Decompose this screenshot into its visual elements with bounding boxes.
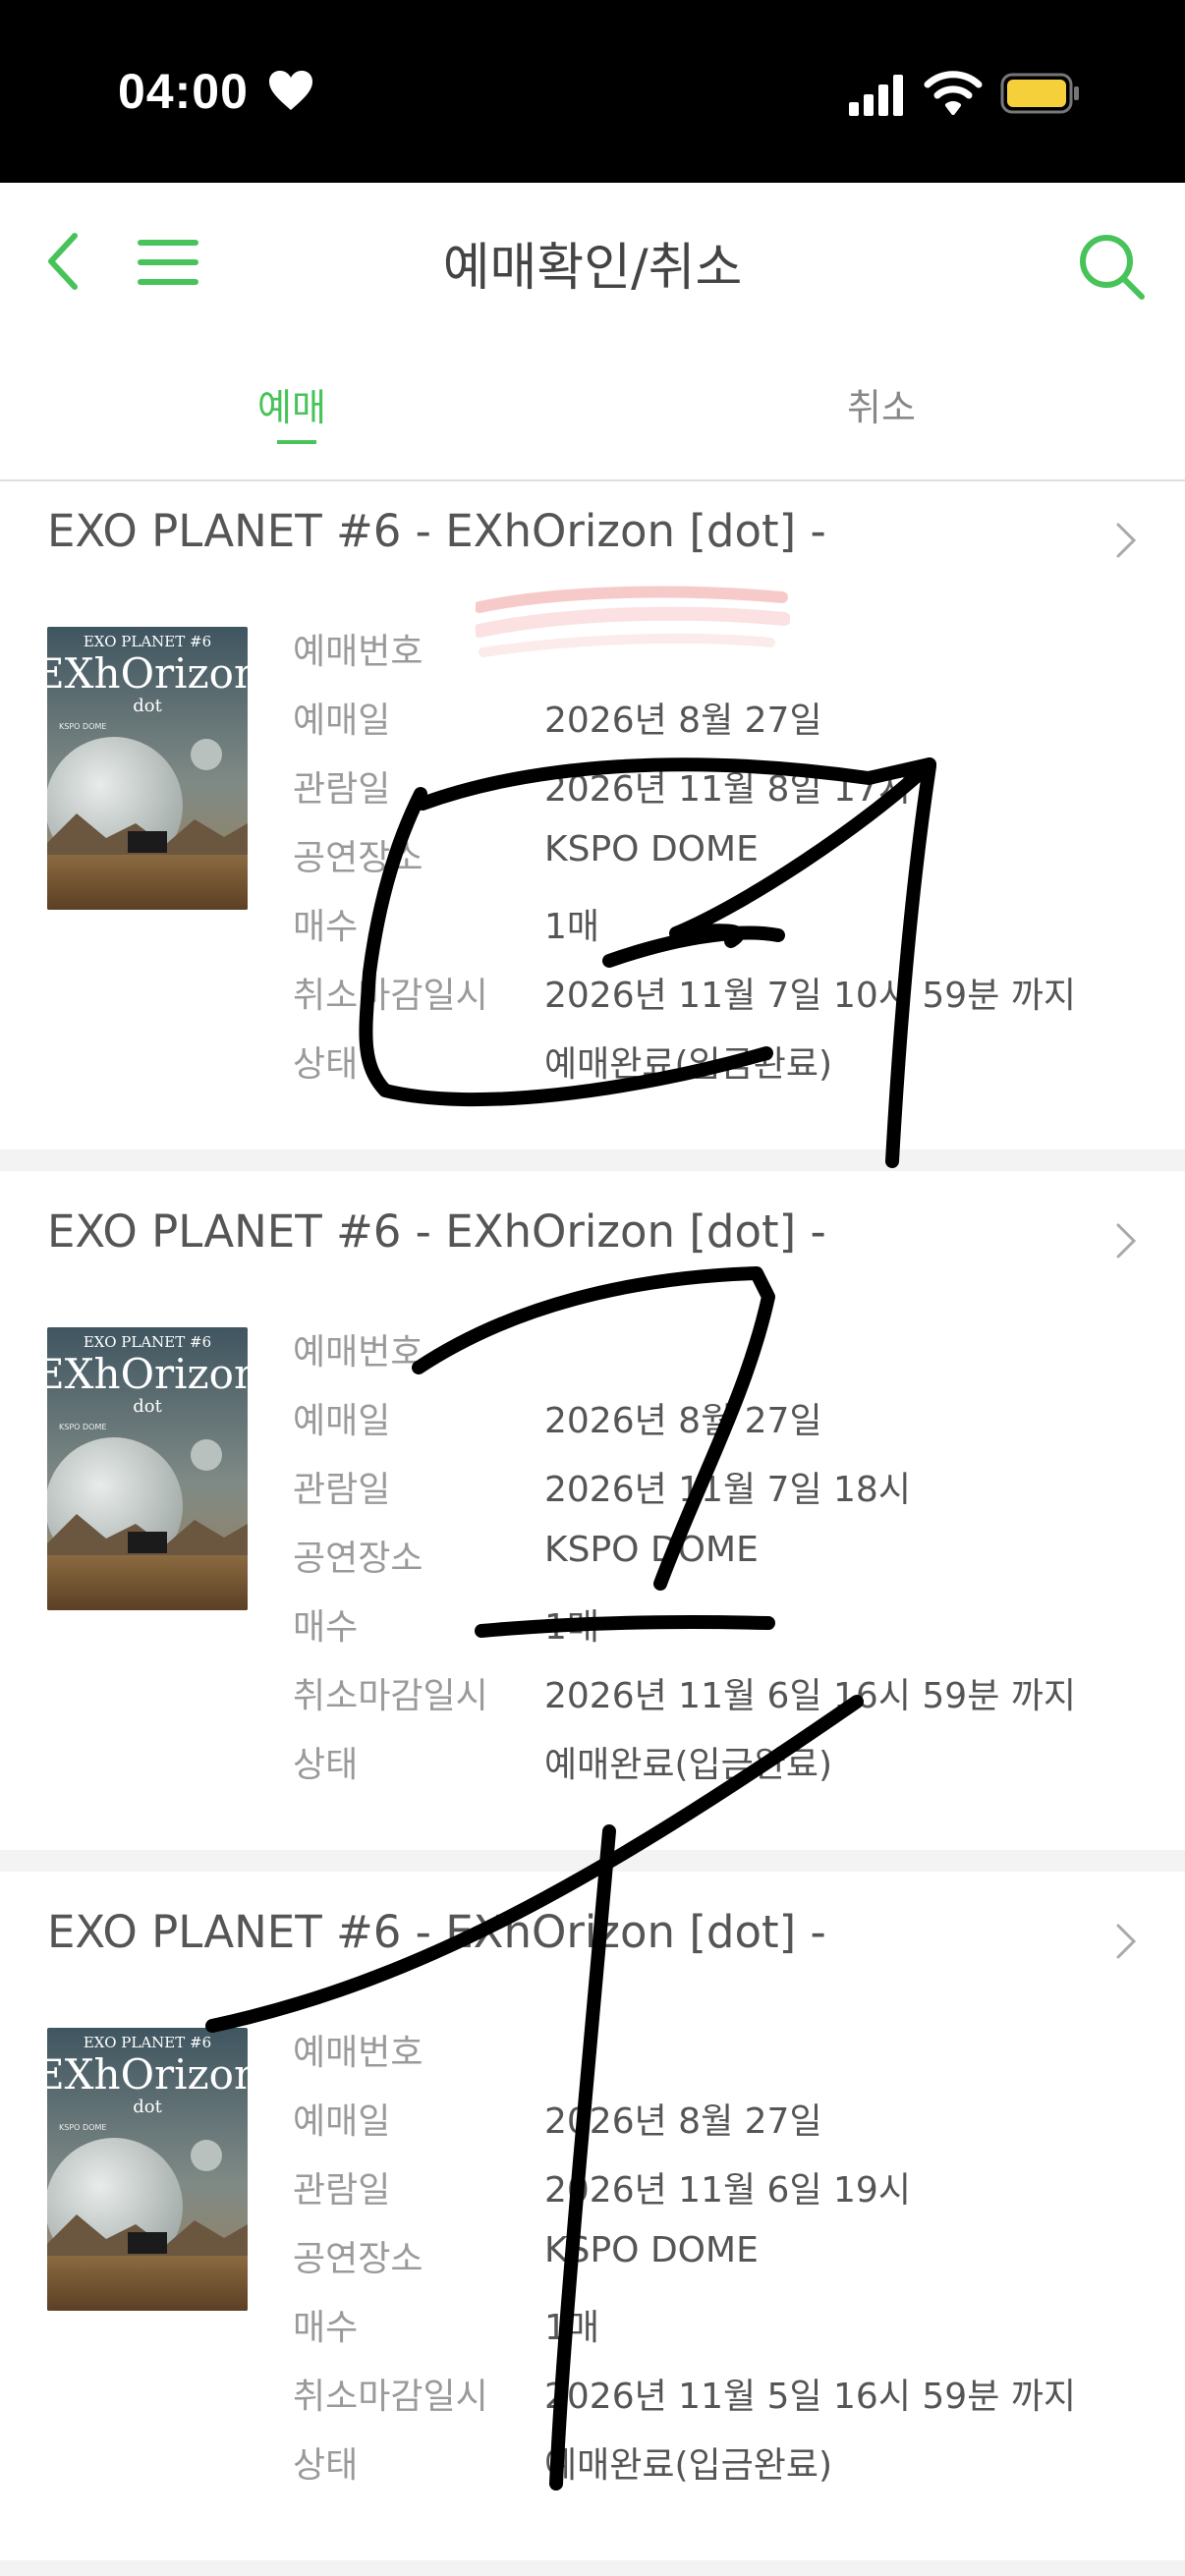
poster-image: EXO PLANET #6 EXhOrizon dot KSPO DOME bbox=[47, 1327, 248, 1610]
cancel-deadline-label: 취소마감일시 bbox=[293, 976, 488, 1016]
chevron-right-icon[interactable] bbox=[1114, 1922, 1138, 1961]
poster-image: EXO PLANET #6 EXhOrizon dot KSPO DOME bbox=[47, 2028, 248, 2311]
poster-venue: KSPO DOME bbox=[59, 2123, 106, 2132]
poster-logo: EXhOrizon bbox=[47, 649, 248, 698]
booking-date-value: 2026년 8월 27일 bbox=[544, 700, 822, 741]
poster-venue: KSPO DOME bbox=[59, 1423, 106, 1431]
performance-title[interactable]: EXO PLANET #6 - EXhOrizon [dot] - bbox=[47, 1205, 826, 1258]
cancel-deadline-value: 2026년 11월 6일 16시 59분 까지 bbox=[544, 1676, 1077, 1716]
performance-title[interactable]: EXO PLANET #6 - EXhOrizon [dot] - bbox=[47, 1906, 826, 1958]
tab-cancel[interactable]: 취소 bbox=[847, 377, 916, 431]
poster-logo: EXhOrizon bbox=[47, 1350, 248, 1398]
status-bar: 04:00 bbox=[0, 0, 1185, 183]
view-date-value: 2026년 11월 7일 18시 bbox=[544, 1470, 911, 1510]
clock: 04:00 bbox=[118, 64, 249, 119]
venue-label: 공연장소 bbox=[293, 1539, 423, 1579]
wifi-icon bbox=[924, 71, 983, 115]
count-label: 매수 bbox=[293, 907, 359, 947]
redaction-mark bbox=[476, 586, 790, 657]
view-date-label: 관람일 bbox=[293, 769, 391, 810]
booking-no-label: 예매번호 bbox=[293, 2033, 423, 2073]
booking-no-label: 예매번호 bbox=[293, 1332, 423, 1372]
active-tab-indicator bbox=[277, 440, 316, 444]
status-label: 상태 bbox=[293, 1044, 359, 1085]
chevron-right-icon[interactable] bbox=[1114, 1221, 1138, 1260]
poster-logo: EXhOrizon bbox=[47, 2050, 248, 2099]
poster-sub: dot bbox=[133, 2097, 162, 2117]
cancel-deadline-label: 취소마감일시 bbox=[293, 2377, 488, 2417]
poster-image: EXO PLANET #6 EXhOrizon dot KSPO DOME bbox=[47, 627, 248, 910]
count-label: 매수 bbox=[293, 1607, 359, 1648]
chevron-right-icon[interactable] bbox=[1114, 521, 1138, 560]
venue-label: 공연장소 bbox=[293, 838, 423, 878]
cancel-deadline-value: 2026년 11월 5일 16시 59분 까지 bbox=[544, 2377, 1077, 2417]
performance-title[interactable]: EXO PLANET #6 - EXhOrizon [dot] - bbox=[47, 505, 826, 557]
status-label: 상태 bbox=[293, 2445, 359, 2486]
view-date-label: 관람일 bbox=[293, 2170, 391, 2211]
booking-date-value: 2026년 8월 27일 bbox=[544, 1401, 822, 1441]
poster-sub: dot bbox=[133, 1396, 162, 1417]
status-value: 예매완료(입금완료) bbox=[544, 1745, 833, 1785]
poster-sub: dot bbox=[133, 696, 162, 716]
app-header: 예매확인/취소 bbox=[0, 183, 1185, 340]
count-label: 매수 bbox=[293, 2308, 359, 2348]
poster-title: EXO PLANET #6 bbox=[84, 633, 211, 650]
battery-icon bbox=[1000, 73, 1079, 114]
tab-bar: 예매 취소 bbox=[0, 340, 1185, 482]
heart-icon bbox=[269, 71, 312, 110]
cancel-deadline-label: 취소마감일시 bbox=[293, 1676, 488, 1716]
card-separator bbox=[0, 1149, 1185, 1171]
status-value: 예매완료(입금완료) bbox=[544, 2445, 833, 2486]
booking-date-label: 예매일 bbox=[293, 700, 391, 741]
card-separator bbox=[0, 2560, 1185, 2576]
card-separator bbox=[0, 1850, 1185, 1872]
booking-date-value: 2026년 8월 27일 bbox=[544, 2101, 822, 2142]
booking-no-label: 예매번호 bbox=[293, 632, 423, 672]
cellular-signal-icon bbox=[849, 75, 903, 116]
view-date-label: 관람일 bbox=[293, 1470, 391, 1510]
booking-date-label: 예매일 bbox=[293, 2101, 391, 2142]
cancel-deadline-value: 2026년 11월 7일 10시 59분 까지 bbox=[544, 976, 1077, 1016]
count-value: 1매 bbox=[544, 2308, 600, 2348]
venue-label: 공연장소 bbox=[293, 2239, 423, 2279]
poster-title: EXO PLANET #6 bbox=[84, 1333, 211, 1351]
count-value: 1매 bbox=[544, 1607, 600, 1648]
status-value: 예매완료(입금완료) bbox=[544, 1044, 833, 1085]
venue-value: KSPO DOME bbox=[544, 1530, 759, 1570]
venue-value: KSPO DOME bbox=[544, 829, 759, 869]
search-icon[interactable] bbox=[1077, 232, 1146, 301]
booking-card[interactable]: EXO PLANET #6 - EXhOrizon [dot] - EXO PL… bbox=[0, 1882, 1185, 2560]
view-date-value: 2026년 11월 8일 17시 bbox=[544, 769, 911, 810]
booking-card[interactable]: EXO PLANET #6 - EXhOrizon [dot] - EXO PL… bbox=[0, 1182, 1185, 1860]
count-value: 1매 bbox=[544, 907, 600, 947]
venue-value: KSPO DOME bbox=[544, 2230, 759, 2270]
booking-date-label: 예매일 bbox=[293, 1401, 391, 1441]
poster-title: EXO PLANET #6 bbox=[84, 2034, 211, 2051]
tab-booking[interactable]: 예매 bbox=[257, 377, 326, 431]
status-label: 상태 bbox=[293, 1745, 359, 1785]
view-date-value: 2026년 11월 6일 19시 bbox=[544, 2170, 911, 2211]
page-title: 예매확인/취소 bbox=[442, 239, 743, 298]
poster-venue: KSPO DOME bbox=[59, 722, 106, 731]
booking-card[interactable]: EXO PLANET #6 - EXhOrizon [dot] - EXO PL… bbox=[0, 481, 1185, 1159]
